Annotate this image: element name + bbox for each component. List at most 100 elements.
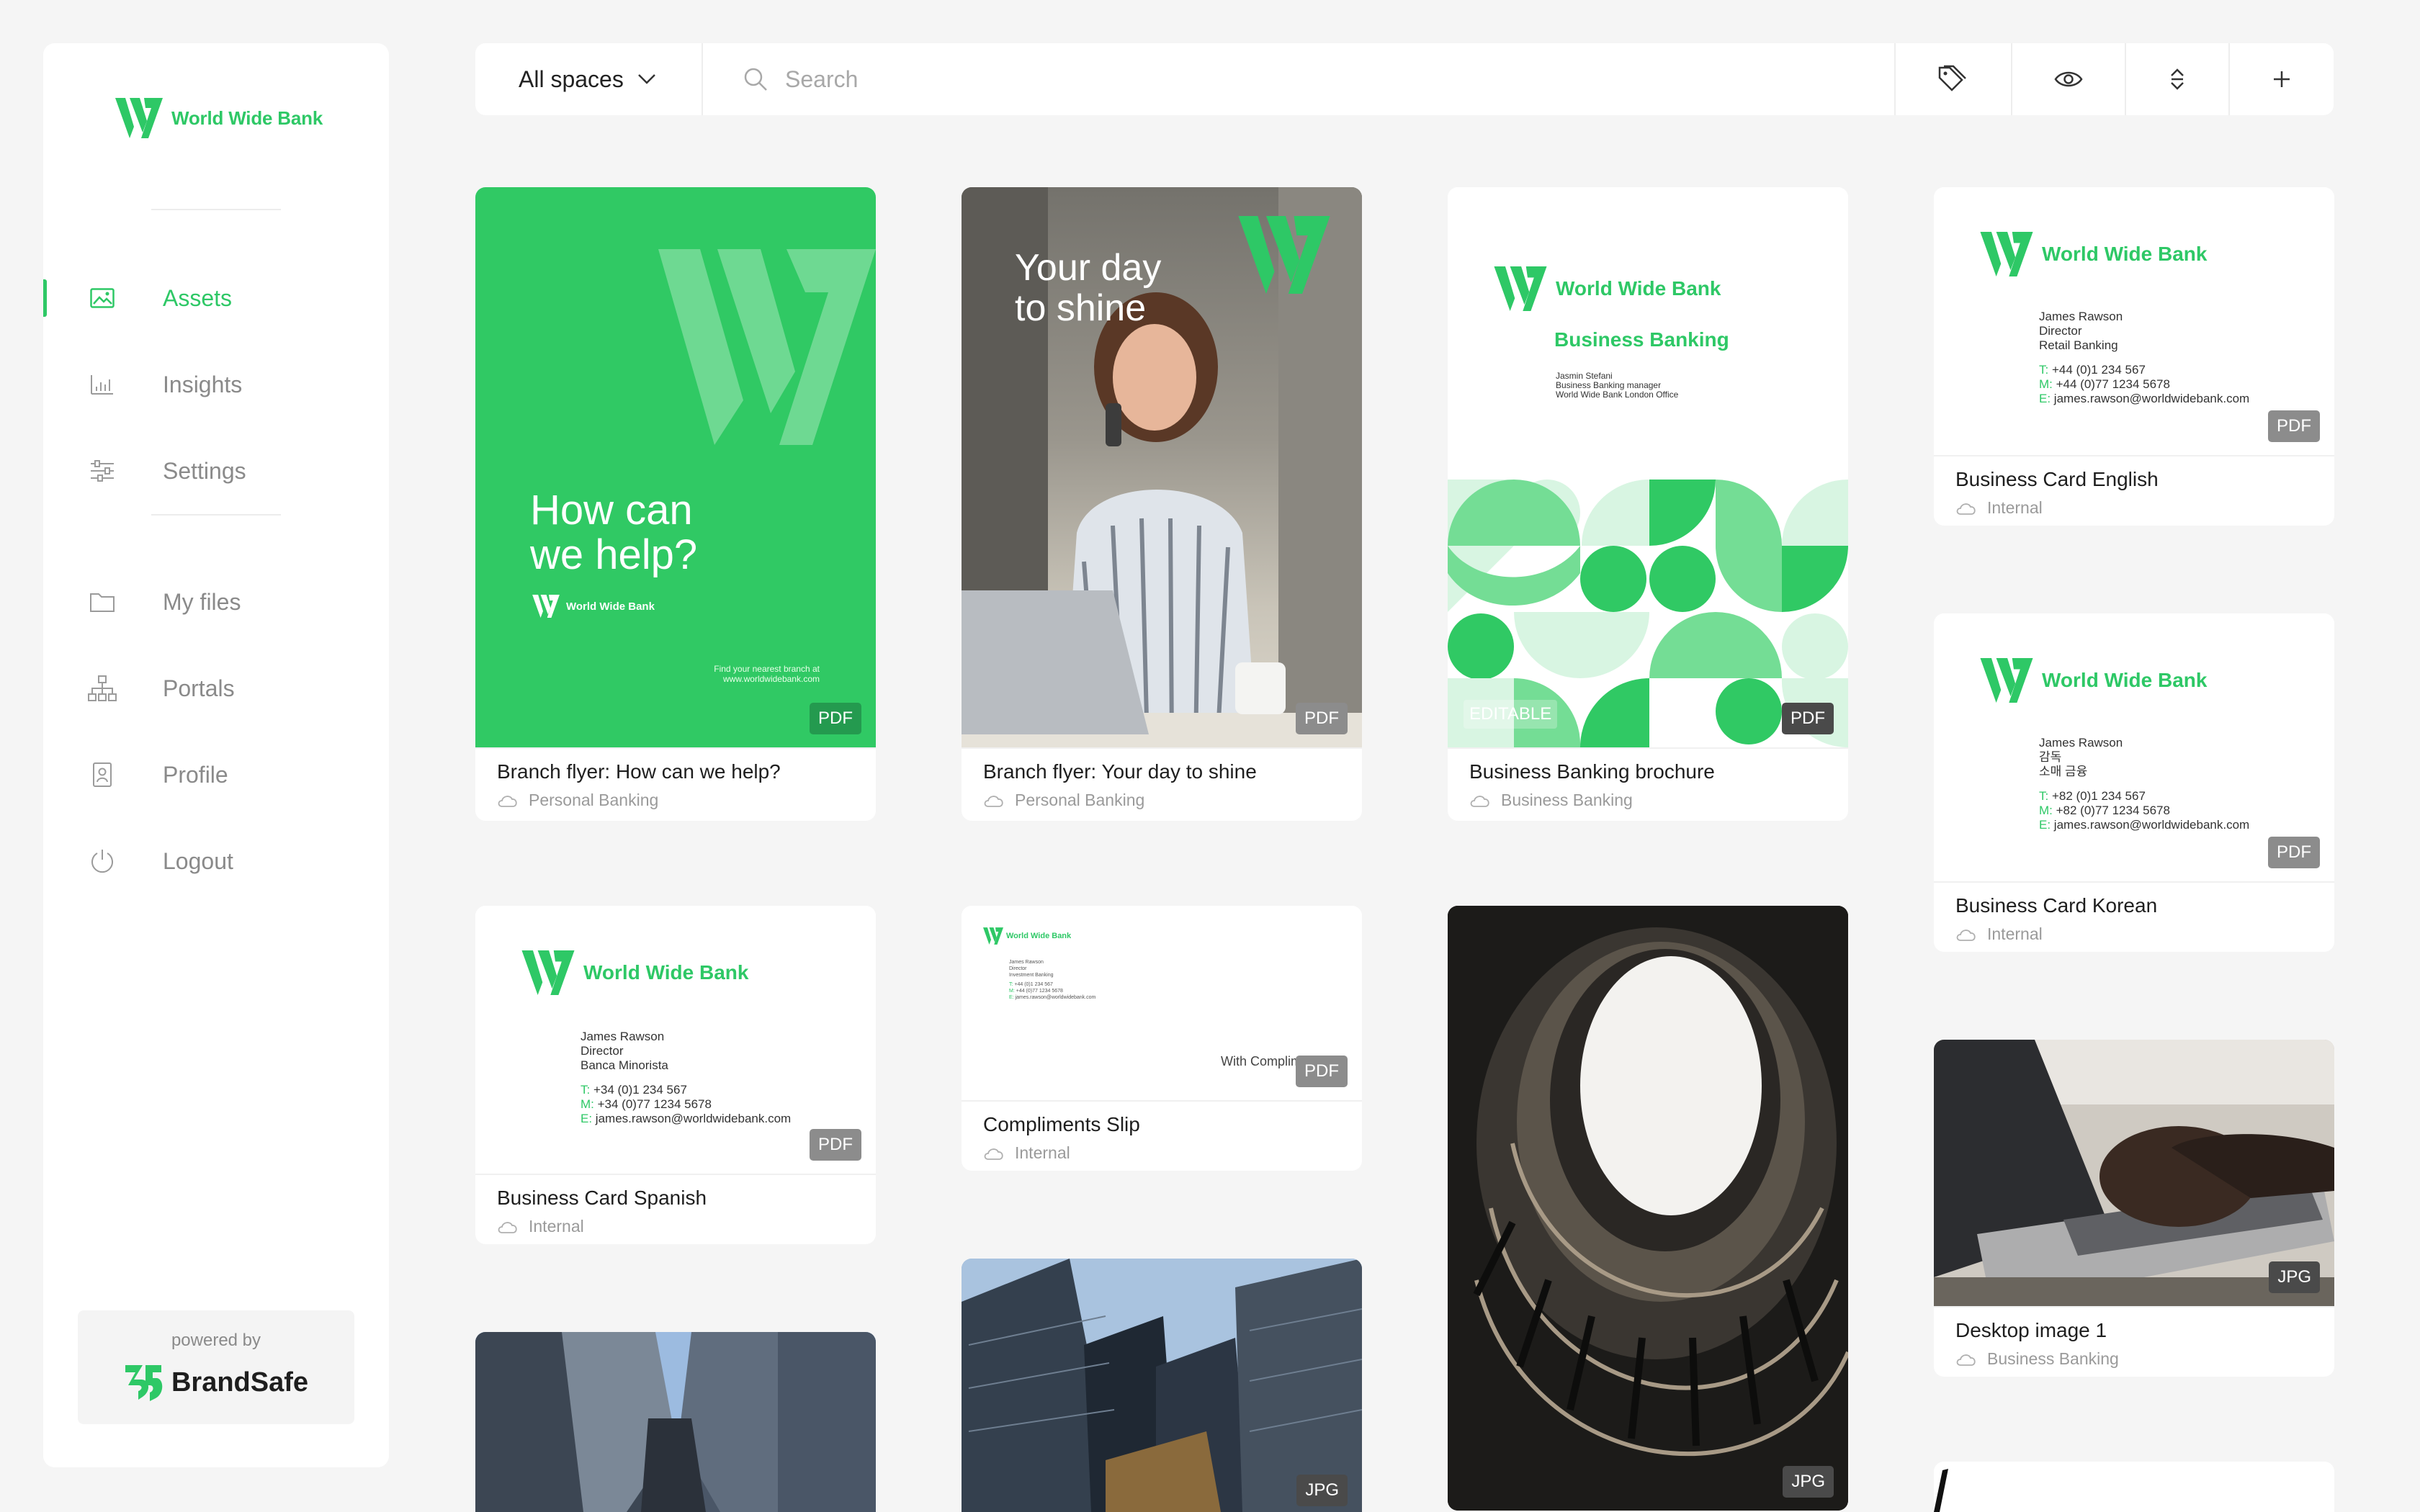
- cloud-icon: [498, 1221, 517, 1233]
- file-type-badge: PDF: [1782, 703, 1834, 734]
- wwb-logo-icon: [1494, 266, 1547, 311]
- asset-thumbnail: World Wide Bank James Rawson Director Re…: [1934, 187, 2334, 455]
- slip-role: Director: [1009, 966, 1027, 971]
- brochure-office: World Wide Bank London Office: [1556, 390, 1679, 400]
- brand-name: World Wide Bank: [2042, 243, 2208, 265]
- file-type-badge: JPG: [1783, 1466, 1834, 1498]
- wwb-logo-icon: [983, 927, 1003, 945]
- asset-card[interactable]: World Wide Bank James Rawson 감독 소매 금융 T:…: [1934, 613, 2334, 952]
- brochure-heading: Business Banking: [1554, 328, 1729, 351]
- asset-space-label: Internal: [1015, 1143, 1070, 1162]
- cloud-icon: [1470, 795, 1489, 807]
- asset-thumbnail: Your day to shine PDF: [962, 187, 1362, 747]
- asset-card[interactable]: World Wide Bank Business Banking Jasmin …: [1448, 187, 1848, 821]
- tag-icon: [1938, 65, 1966, 91]
- powered-by-panel[interactable]: powered by BrandSafe: [78, 1310, 354, 1424]
- asset-card[interactable]: World Wide Bank James Rawson Director Ba…: [475, 906, 876, 1244]
- card-email: james.rawson@worldwidebank.com: [2053, 392, 2250, 405]
- flyer-headline: How can: [530, 487, 693, 534]
- nav-label: Insights: [163, 371, 243, 397]
- asset-space-label: Personal Banking: [1015, 791, 1145, 809]
- add-button[interactable]: [2230, 43, 2334, 115]
- asset-space-label: Internal: [1987, 498, 2043, 517]
- asset-card[interactable]: How can we help? World Wide Bank Find yo…: [475, 187, 876, 821]
- asset-title: Desktop image 1: [1955, 1319, 2107, 1341]
- asset-card[interactable]: World Wide Bank James Rawson Director In…: [962, 906, 1362, 1171]
- nav-item-settings[interactable]: Settings: [43, 449, 389, 492]
- slip-mobile: +44 (0)77 1234 5678: [1016, 989, 1063, 994]
- nav-label: Assets: [163, 284, 233, 311]
- wwb-logo-icon: [1980, 232, 2033, 276]
- asset-space: Personal Banking: [497, 791, 658, 810]
- card-role: Director: [2039, 324, 2082, 338]
- brand-name: World Wide Bank: [171, 107, 323, 129]
- card-mobile: +82 (0)77 1234 5678: [2056, 804, 2170, 817]
- wwb-watermark-graphic: [658, 249, 876, 445]
- search-input[interactable]: [785, 66, 1793, 93]
- eye-icon: [2054, 71, 2083, 87]
- file-type-badge: PDF: [810, 1129, 861, 1161]
- card-role: 감독: [2039, 750, 2062, 764]
- wwb-logo-icon: [1238, 216, 1330, 294]
- image-icon: [88, 284, 117, 312]
- asset-card[interactable]: JPG: [1448, 906, 1848, 1511]
- nav-item-assets[interactable]: Assets: [43, 276, 389, 320]
- nav-item-portals[interactable]: Portals: [43, 667, 389, 710]
- asset-space-label: Internal: [1987, 924, 2043, 943]
- nav-item-my-files[interactable]: My files: [43, 580, 389, 624]
- asset-card[interactable]: JPG: [962, 1259, 1362, 1512]
- spiral-building-photo: [1448, 906, 1848, 1511]
- asset-card[interactable]: [475, 1332, 876, 1512]
- spaces-dropdown-label: All spaces: [519, 66, 624, 92]
- tag-filter-button[interactable]: [1896, 43, 2012, 115]
- cloud-icon: [498, 795, 517, 807]
- partial-thumbnail-graphic: [1934, 1469, 1948, 1512]
- asset-space-label: Internal: [529, 1217, 584, 1236]
- brand-logo[interactable]: World Wide Bank: [115, 98, 323, 138]
- plus-icon: [2274, 71, 2290, 87]
- asset-card[interactable]: World Wide Bank James Rawson Director Re…: [1934, 187, 2334, 526]
- flyer-headline: to shine: [1015, 287, 1147, 329]
- card-phone: +82 (0)1 234 567: [2051, 789, 2146, 803]
- id-badge-icon: [88, 760, 117, 789]
- business-card-logo: World Wide Bank: [1980, 232, 2207, 276]
- flyer-headline: Your day: [1015, 247, 1162, 289]
- asset-card[interactable]: JPG Desktop image 1 Business Banking: [1934, 1040, 2334, 1377]
- wwb-logo-icon: [115, 98, 163, 138]
- asset-thumbnail: World Wide Bank James Rawson Director In…: [962, 906, 1362, 1100]
- card-mobile: +34 (0)77 1234 5678: [597, 1097, 712, 1111]
- card-dept: 소매 금융: [2039, 765, 2088, 778]
- cloud-icon: [1956, 929, 1976, 941]
- nav-item-insights[interactable]: Insights: [43, 363, 389, 406]
- asset-card[interactable]: [1934, 1462, 2334, 1512]
- asset-space-label: Personal Banking: [529, 791, 659, 809]
- view-button[interactable]: [2012, 43, 2126, 115]
- asset-card[interactable]: Your day to shine PDF Branch flyer: Your…: [962, 187, 1362, 821]
- asset-space: Internal: [1955, 924, 2043, 944]
- cloud-icon: [1956, 503, 1976, 515]
- sitemap-icon: [88, 674, 117, 703]
- flyer-footer: Find your nearest branch at: [714, 664, 820, 674]
- slip-dept: Investment Banking: [1009, 973, 1054, 978]
- search-bar: [703, 43, 1896, 115]
- asset-space: Internal: [983, 1143, 1070, 1163]
- sort-icon: [2171, 68, 2184, 90]
- card-dept: Retail Banking: [2039, 338, 2118, 352]
- asset-thumbnail: World Wide Bank Business Banking Jasmin …: [1448, 187, 1848, 747]
- brand-name: World Wide Bank: [583, 961, 749, 984]
- card-email: james.rawson@worldwidebank.com: [2053, 818, 2250, 832]
- sort-button[interactable]: [2126, 43, 2230, 115]
- wwb-logo-icon: [521, 950, 575, 995]
- brandsafe-name: BrandSafe: [171, 1367, 309, 1398]
- nav-label: Portals: [163, 675, 235, 701]
- nav-item-profile[interactable]: Profile: [43, 753, 389, 796]
- card-phone: +44 (0)1 234 567: [2051, 363, 2146, 377]
- asset-thumbnail: JPG: [962, 1259, 1362, 1512]
- asset-title: Business Card Korean: [1955, 894, 2158, 917]
- cloud-icon: [1956, 1354, 1976, 1366]
- asset-space: Business Banking: [1469, 791, 1633, 810]
- nav-item-logout[interactable]: Logout: [43, 840, 389, 883]
- spaces-dropdown[interactable]: All spaces: [475, 43, 703, 115]
- asset-space-label: Business Banking: [1987, 1349, 2119, 1368]
- card-phone: +34 (0)1 234 567: [593, 1083, 687, 1097]
